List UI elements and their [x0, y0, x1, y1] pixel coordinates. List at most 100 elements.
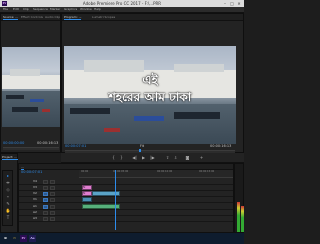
program-duration: 00:00:16:13 [210, 144, 232, 148]
after-effects-taskbar-icon[interactable]: Ae [29, 235, 36, 242]
menu-file[interactable]: File [3, 7, 8, 12]
timeline-ruler[interactable]: 00:00 00:00:05:00 00:00:10:00 00:00:15:0… [79, 170, 233, 178]
eye-icon[interactable] [50, 198, 55, 202]
track-v1: V1 [19, 197, 233, 203]
caption-line-2: শহরের আম ঢাকা [108, 90, 192, 104]
source-time-ruler[interactable] [3, 147, 59, 150]
mute-icon[interactable] [50, 211, 55, 215]
lift-button[interactable]: ⇧ [165, 155, 170, 160]
timeline-clip[interactable]: fx [82, 185, 92, 190]
caption-line-1: এই [142, 73, 158, 87]
boat-shape [30, 99, 44, 102]
ferry-upper-deck-shape [174, 64, 224, 72]
tab-lumetri-scopes[interactable]: Lumetri Scopes [92, 15, 115, 20]
program-monitor: Program: ... Lumetri Scopes এই শহরের আম … [61, 13, 244, 153]
toggle-sync-lock-icon[interactable] [43, 211, 48, 215]
source-video-frame [2, 47, 60, 127]
menu-graphics[interactable]: Graphics [64, 7, 77, 12]
maximize-button[interactable]: □ [229, 1, 235, 6]
windows-taskbar: ⊞ ▭ Pr Ae [0, 233, 244, 244]
toggle-sync-lock-icon[interactable] [43, 205, 48, 209]
mute-icon[interactable] [50, 217, 55, 221]
menu-sequence[interactable]: Sequence [33, 7, 48, 12]
tab-program[interactable]: Program: ... [64, 15, 82, 20]
toggle-sync-lock-icon[interactable] [43, 192, 48, 196]
track-label: V4 [33, 179, 37, 183]
type-tool-icon[interactable]: T [4, 214, 12, 221]
ruler-label: 00:00:15:00 [199, 170, 215, 173]
program-playhead[interactable] [139, 149, 141, 152]
step-forward-button[interactable]: |▶ [149, 155, 156, 160]
timeline-panel: ... 00:00:07:01 00:00 00:00:05:00 00:00:… [18, 163, 234, 233]
ruler-label: 00:00 [81, 170, 89, 173]
pen-tool-icon[interactable]: ✎ [4, 200, 12, 207]
program-transport-controls: { } ◀| ▶ |▶ ⇧ ⇩ ◙ + [61, 153, 244, 163]
toggle-sync-lock-icon[interactable] [43, 198, 48, 202]
play-button[interactable]: ▶ [141, 155, 146, 160]
tab-source[interactable]: Source: ... [3, 15, 19, 20]
track-label: V1 [33, 197, 37, 201]
menu-edit[interactable]: Edit [13, 7, 19, 12]
extract-button[interactable]: ⇩ [173, 155, 178, 160]
program-tabs: Program: ... Lumetri Scopes [62, 14, 243, 21]
file-explorer-icon[interactable]: ▭ [11, 235, 18, 242]
timeline-clip[interactable]: fx [82, 191, 92, 196]
toggle-sync-lock-icon[interactable] [43, 180, 48, 184]
tools-panel: ▸ ⇹ ◇ ⌁ ✎ ✋ T [2, 170, 13, 226]
track-a3: A3 [19, 216, 233, 222]
tab-project[interactable]: Project: ... [2, 155, 18, 160]
source-timecode[interactable]: 00:00:00:00 [3, 141, 24, 146]
boat-shape [134, 116, 164, 121]
track-label: A3 [33, 216, 37, 220]
track-select-tool-icon[interactable]: ⇹ [4, 179, 12, 186]
ruler-label: 00:00:10:00 [157, 170, 173, 173]
program-timecode[interactable]: 00:00:07:01 [65, 144, 86, 149]
button-editor-add-icon[interactable]: + [199, 155, 204, 160]
source-panel: Source: ... Effect Controls Audio Clip M… [0, 13, 74, 153]
tab-effect-controls[interactable]: Effect Controls [21, 15, 43, 20]
project-tabs: Project: ... [1, 154, 18, 160]
boat-shape [174, 112, 220, 119]
mark-in-button[interactable]: { [111, 155, 116, 160]
timeline-clip[interactable] [82, 197, 92, 202]
mark-out-button[interactable]: } [119, 155, 124, 160]
source-duration: 00:00:16:13 [37, 141, 59, 145]
ferry-upper-deck-shape [84, 60, 144, 72]
window-title: Adobe Premiere Pro CC 2017 - F:\...PRR [82, 1, 162, 6]
export-frame-icon[interactable]: ◙ [185, 155, 190, 160]
toggle-sync-lock-icon[interactable] [43, 186, 48, 190]
ripple-edit-tool-icon[interactable]: ◇ [4, 186, 12, 193]
track-label: A2 [33, 210, 37, 214]
menu-help[interactable]: Help [94, 7, 101, 12]
close-button[interactable]: ✕ [236, 1, 242, 6]
selection-tool-icon[interactable]: ▸ [4, 172, 12, 179]
menu-marker[interactable]: Marker [50, 7, 60, 12]
audio-meters [234, 163, 244, 233]
razor-tool-icon[interactable]: ⌁ [4, 193, 12, 200]
eye-icon[interactable] [50, 180, 55, 184]
boat-shape [104, 128, 120, 132]
ferry-upper-deck-shape [10, 69, 40, 76]
boat-shape [12, 107, 38, 112]
boat-shape [6, 95, 24, 99]
track-label: A1 [33, 204, 37, 208]
toggle-sync-lock-icon[interactable] [43, 217, 48, 221]
audio-level-right [241, 206, 244, 232]
eye-icon[interactable] [50, 186, 55, 190]
start-icon[interactable]: ⊞ [2, 235, 9, 242]
menu-window[interactable]: Window [80, 7, 92, 12]
source-tabs: Source: ... Effect Controls Audio Clip M… [1, 14, 74, 21]
premiere-taskbar-icon[interactable]: Pr [20, 235, 27, 242]
title-bar: Pr Adobe Premiere Pro CC 2017 - F:\...PR… [0, 0, 244, 7]
timeline-playhead[interactable] [115, 170, 116, 230]
hand-tool-icon[interactable]: ✋ [4, 207, 12, 214]
eye-icon[interactable] [50, 192, 55, 196]
step-back-button[interactable]: ◀| [131, 155, 138, 160]
track-label: V3 [33, 185, 37, 189]
timeline-timecode[interactable]: 00:00:07:01 [21, 170, 42, 175]
audio-level-left [237, 202, 240, 232]
program-video-frame: এই শহরের আম ঢাকা [64, 46, 236, 144]
menu-clip[interactable]: Clip [23, 7, 29, 12]
minimize-button[interactable]: – [222, 1, 228, 6]
mute-icon[interactable] [50, 205, 55, 209]
